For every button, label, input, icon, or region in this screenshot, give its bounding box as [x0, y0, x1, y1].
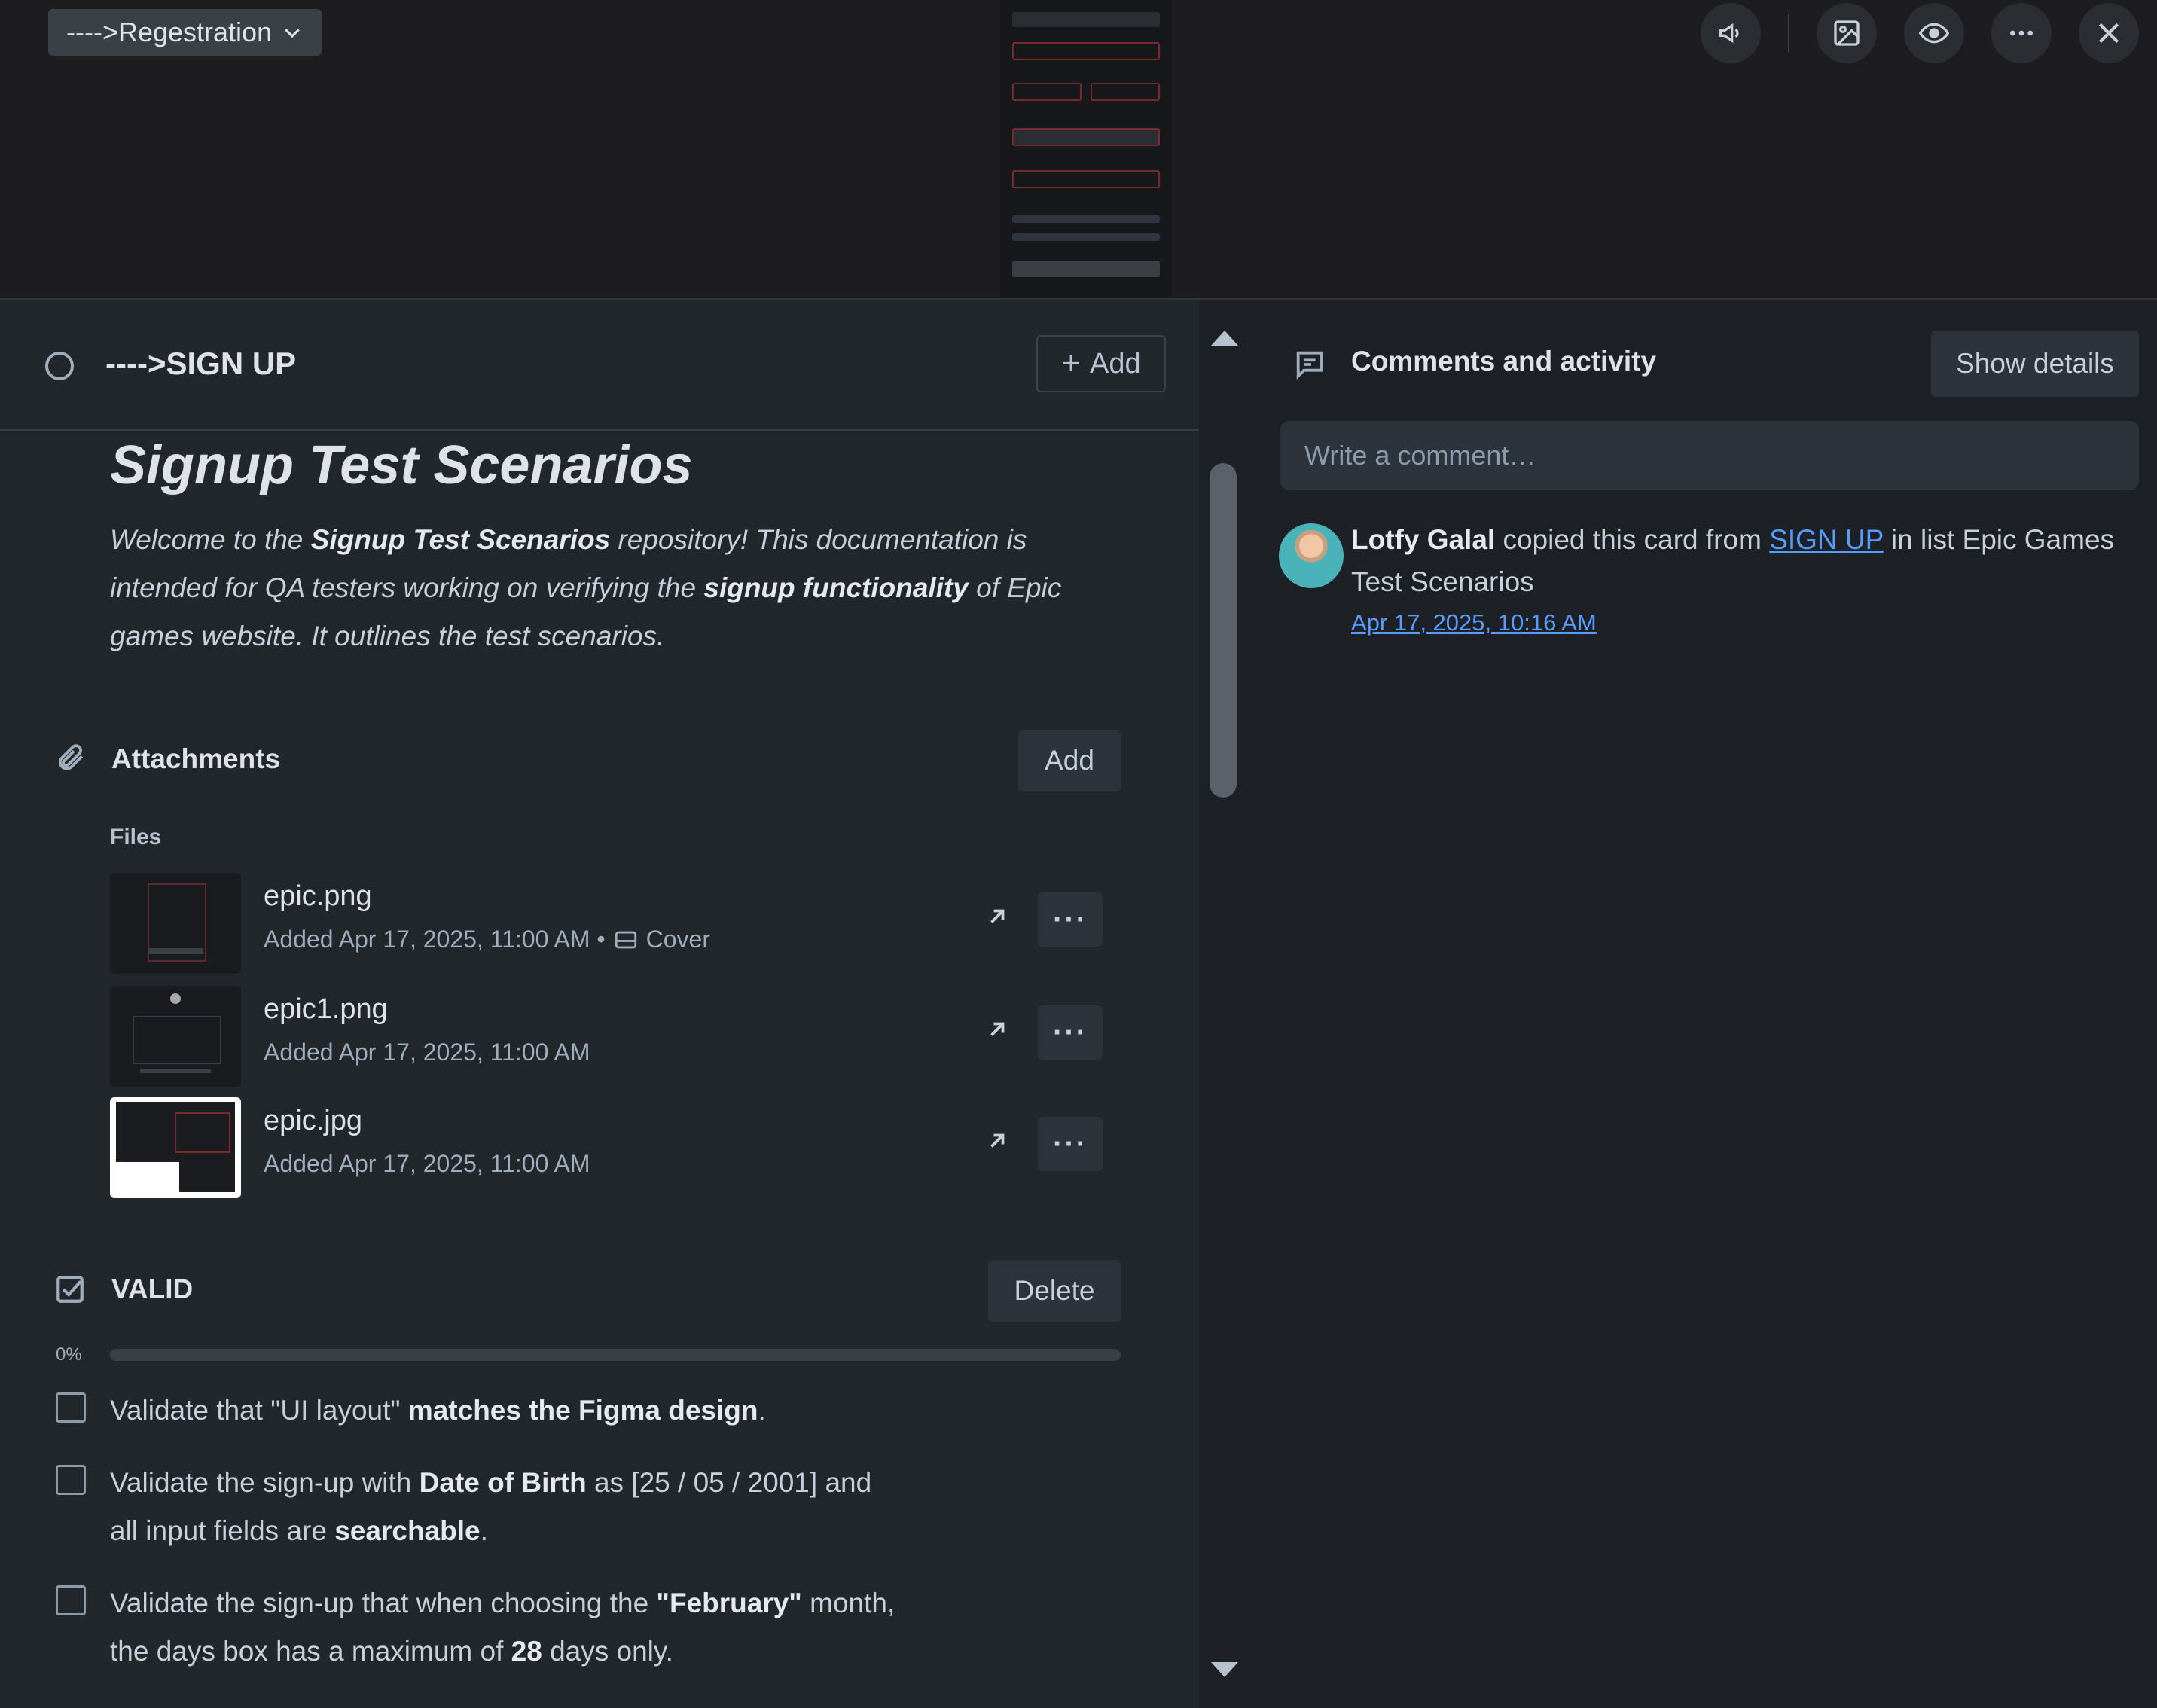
- checklist-item-text[interactable]: Validate that "UI layout" matches the Fi…: [110, 1386, 984, 1435]
- attachment-item[interactable]: epic.png Added Apr 17, 2025, 11:00 AM • …: [110, 873, 1104, 974]
- add-button-label: Add: [1090, 347, 1141, 380]
- attachment-more-button[interactable]: ···: [1038, 892, 1103, 947]
- attachments-add-button[interactable]: Add: [1018, 730, 1121, 791]
- image-icon[interactable]: [1817, 3, 1877, 63]
- header-divider: [1788, 14, 1789, 52]
- activity-date-link[interactable]: Apr 17, 2025, 10:16 AM: [1351, 609, 1597, 636]
- checklist-item-text[interactable]: Validate the sign-up with Date of Birth …: [110, 1459, 984, 1555]
- card-cover: ---->Regestration: [0, 0, 2157, 300]
- scroll-down-arrow-icon[interactable]: [1211, 1662, 1238, 1677]
- open-external-icon[interactable]: [984, 1016, 1011, 1043]
- attachment-thumbnail[interactable]: [110, 986, 241, 1087]
- complete-toggle-icon[interactable]: [45, 352, 74, 380]
- description-heading: Signup Test Scenarios: [110, 435, 693, 496]
- attachment-meta: Added Apr 17, 2025, 11:00 AM • Cover: [264, 926, 710, 953]
- main-panel-scrollbar[interactable]: [1199, 300, 1247, 1708]
- open-external-icon[interactable]: [984, 1127, 1011, 1154]
- checklist-item-checkbox[interactable]: [56, 1392, 86, 1423]
- avatar[interactable]: [1279, 523, 1344, 588]
- list-selector-button[interactable]: ---->Regestration: [48, 9, 322, 56]
- checklist-item-text[interactable]: Validate the sign-up that when choosing …: [110, 1579, 984, 1676]
- checklist-title[interactable]: VALID: [111, 1273, 193, 1305]
- checklist-item-checkbox[interactable]: [56, 1585, 86, 1615]
- more-icon[interactable]: [1991, 3, 2052, 63]
- cover-icon: [615, 931, 636, 948]
- show-details-button[interactable]: Show details: [1931, 331, 2139, 397]
- eye-icon[interactable]: [1904, 3, 1964, 63]
- scroll-up-arrow-icon[interactable]: [1211, 331, 1238, 346]
- attachment-more-button[interactable]: ···: [1038, 1117, 1103, 1171]
- attachment-name: epic.png: [264, 880, 372, 912]
- checklist-progress-percent: 0%: [56, 1344, 82, 1365]
- comment-input[interactable]: Write a comment…: [1280, 421, 2139, 490]
- description-body[interactable]: Welcome to the Signup Test Scenarios rep…: [110, 516, 1119, 660]
- attachment-meta: Added Apr 17, 2025, 11:00 AM: [264, 1150, 590, 1177]
- attachment-item[interactable]: epic.jpg Added Apr 17, 2025, 11:00 AM ··…: [110, 1097, 1104, 1198]
- paperclip-icon: [59, 744, 84, 770]
- activity-link[interactable]: SIGN UP: [1769, 524, 1883, 555]
- checklist-icon: [56, 1276, 84, 1303]
- attachment-item[interactable]: epic1.png Added Apr 17, 2025, 11:00 AM ·…: [110, 986, 1104, 1087]
- attachment-meta: Added Apr 17, 2025, 11:00 AM: [264, 1039, 590, 1066]
- plus-icon: +: [1061, 345, 1082, 382]
- attachment-name: epic1.png: [264, 993, 388, 1025]
- files-label: Files: [110, 825, 162, 849]
- comments-title: Comments and activity: [1351, 346, 1657, 377]
- activity-user[interactable]: Lotfy Galal: [1351, 524, 1495, 555]
- checklist-item-checkbox[interactable]: [56, 1465, 86, 1495]
- close-icon[interactable]: [2079, 3, 2139, 63]
- activity-text: Lotfy Galal copied this card from SIGN U…: [1351, 524, 2115, 597]
- add-button[interactable]: + Add: [1036, 335, 1166, 392]
- cover-image: [1000, 0, 1172, 297]
- attachment-thumbnail[interactable]: [110, 1097, 241, 1198]
- attachments-title: Attachments: [111, 743, 281, 774]
- chevron-down-icon: [285, 29, 300, 38]
- attachment-name: epic.jpg: [264, 1105, 362, 1136]
- scrollbar-thumb[interactable]: [1210, 463, 1237, 798]
- checklist-delete-button[interactable]: Delete: [988, 1260, 1121, 1322]
- comments-panel: Comments and activity Show details Write…: [1247, 300, 2157, 1708]
- attachment-more-button[interactable]: ···: [1038, 1005, 1103, 1060]
- checklist-progress-bar: [110, 1349, 1121, 1361]
- open-external-icon[interactable]: [984, 903, 1011, 930]
- attachment-thumbnail[interactable]: [110, 873, 241, 974]
- megaphone-icon[interactable]: [1701, 3, 1761, 63]
- card-title[interactable]: ---->SIGN UP: [105, 346, 296, 382]
- card-main-panel: ---->SIGN UP + Add Signup Test Scenarios…: [0, 300, 1199, 1708]
- card-header: ---->SIGN UP + Add: [0, 300, 1199, 431]
- list-selector-label: ---->Regestration: [66, 17, 273, 47]
- comment-icon: [1296, 351, 1323, 380]
